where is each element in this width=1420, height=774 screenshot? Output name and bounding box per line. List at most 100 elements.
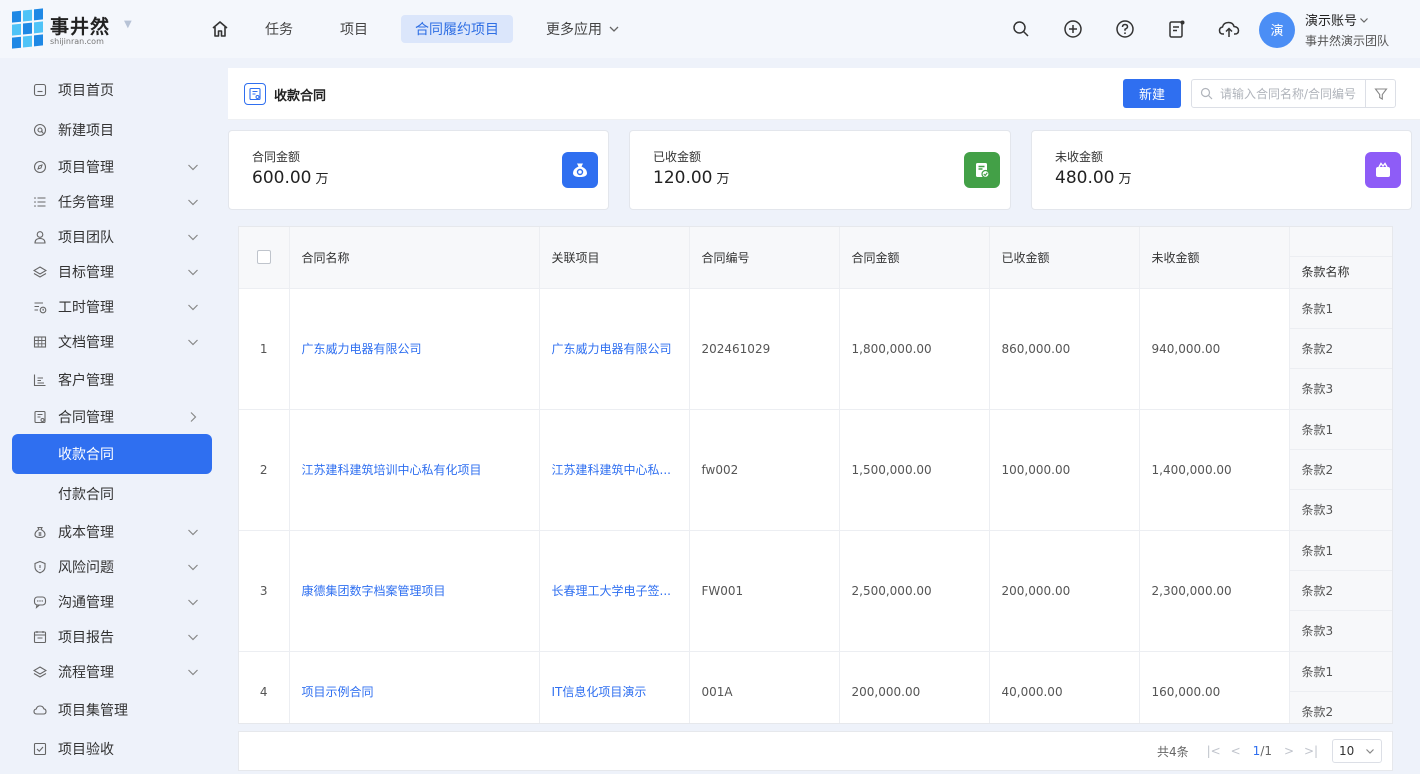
- sidebar-item-label: 文档管理: [58, 335, 114, 351]
- top-actions: [1008, 16, 1242, 42]
- table-row[interactable]: 4 项目示例合同 IT信息化项目演示 001A 200,000.00 40,00…: [239, 651, 1392, 723]
- contract-code: 202461029: [689, 288, 840, 410]
- clause-list: 条款1 条款2 条款3: [1289, 288, 1392, 410]
- sidebar-item-process-management[interactable]: 流程管理: [12, 652, 212, 692]
- contract-icon: [32, 409, 48, 425]
- new-contract-button[interactable]: 新建: [1123, 79, 1181, 108]
- contract-name-link[interactable]: 江苏建科建筑培训中心私有化项目: [289, 409, 540, 531]
- clause-item[interactable]: 条款3: [1289, 489, 1392, 529]
- sidebar-item-project-acceptance[interactable]: 项目验收: [12, 729, 212, 769]
- linked-project-link[interactable]: 江苏建科建筑中心私...: [539, 409, 690, 531]
- stat-value: 120.00 万: [653, 168, 730, 188]
- sidebar-item-project-reports[interactable]: 项目报告: [12, 617, 212, 657]
- sidebar-item-customer-management[interactable]: 客户管理: [12, 360, 212, 400]
- user-menu[interactable]: 演 演示账号 事井然演示团队: [1259, 10, 1389, 49]
- sidebar-item-goal-management[interactable]: 目标管理: [12, 252, 212, 292]
- prev-page-icon[interactable]: <: [1225, 740, 1247, 762]
- at-icon: [32, 122, 48, 138]
- chevron-down-icon: [188, 164, 198, 171]
- clause-item[interactable]: 条款1: [1289, 409, 1392, 450]
- total-count: 共4条: [1157, 744, 1189, 759]
- workspace-dropdown-icon[interactable]: ▼: [124, 19, 132, 30]
- filter-icon[interactable]: [1365, 80, 1395, 107]
- sidebar-item-label: 工时管理: [58, 300, 114, 316]
- table-row[interactable]: 1 广东威力电器有限公司 广东威力电器有限公司 202461029 1,800,…: [239, 288, 1392, 410]
- stat-label: 合同金额: [252, 150, 301, 164]
- sidebar-item-project-management[interactable]: 项目管理: [12, 147, 212, 187]
- clause-item[interactable]: 条款2: [1289, 570, 1392, 611]
- page-title: 收款合同: [274, 89, 327, 104]
- contract-name-link[interactable]: 广东威力电器有限公司: [289, 288, 540, 410]
- select-all-checkbox[interactable]: [256, 250, 271, 265]
- row-index: 3: [239, 530, 290, 652]
- first-page-icon[interactable]: |<: [1203, 740, 1225, 762]
- nav-projects[interactable]: 项目: [326, 15, 382, 43]
- clause-item[interactable]: 条款2: [1289, 691, 1392, 723]
- last-page-icon[interactable]: >|: [1300, 740, 1322, 762]
- col-header-clause-name[interactable]: 条款名称: [1290, 257, 1393, 287]
- col-header-unreceived-amount[interactable]: 未收金额: [1139, 227, 1290, 289]
- sidebar-item-contract-management[interactable]: 合同管理: [12, 397, 212, 437]
- add-circle-icon[interactable]: [1060, 16, 1086, 42]
- stat-card-unreceived-amount: 未收金额 480.00 万: [1031, 130, 1412, 210]
- sidebar-item-timesheet-management[interactable]: 工时管理: [12, 287, 212, 327]
- clause-item[interactable]: 条款1: [1289, 288, 1392, 329]
- help-icon[interactable]: [1112, 16, 1138, 42]
- nav-tasks[interactable]: 任务: [251, 15, 307, 43]
- contract-name-link[interactable]: 康德集团数字档案管理项目: [289, 530, 540, 652]
- sidebar-item-payable-contracts[interactable]: 付款合同: [12, 474, 212, 514]
- cloud-upload-icon[interactable]: [1216, 16, 1242, 42]
- sidebar-item-program-management[interactable]: 项目集管理: [12, 690, 212, 730]
- search-icon[interactable]: [1008, 16, 1034, 42]
- clause-item[interactable]: 条款2: [1289, 449, 1392, 490]
- user-icon: [32, 229, 48, 245]
- clause-item[interactable]: 条款3: [1289, 610, 1392, 650]
- col-header-contract-code[interactable]: 合同编号: [689, 227, 840, 289]
- sidebar-item-new-project[interactable]: 新建项目: [12, 110, 212, 150]
- sidebar-item-receivable-contracts[interactable]: 收款合同: [12, 434, 212, 474]
- col-header-clauses: 条款名称: [1289, 227, 1393, 289]
- search-icon: [1200, 87, 1214, 101]
- sidebar-item-project-team[interactable]: 项目团队: [12, 217, 212, 257]
- sidebar-item-label: 合同管理: [58, 410, 114, 426]
- page-size-select[interactable]: 10: [1332, 739, 1382, 763]
- clause-item[interactable]: 条款2: [1289, 328, 1392, 369]
- clause-item[interactable]: 条款3: [1289, 368, 1392, 408]
- chevron-down-icon: [188, 304, 198, 311]
- col-header-contract-name[interactable]: 合同名称: [289, 227, 540, 289]
- sidebar-item-communication[interactable]: 沟通管理: [12, 582, 212, 622]
- contract-name-link[interactable]: 项目示例合同: [289, 651, 540, 723]
- home-icon[interactable]: [208, 17, 232, 41]
- sidebar-item-task-management[interactable]: 任务管理: [12, 182, 212, 222]
- clause-item[interactable]: 条款1: [1289, 530, 1392, 571]
- money-bag-icon: [562, 152, 598, 188]
- stat-value: 480.00 万: [1055, 168, 1132, 188]
- search-input[interactable]: 请输入合同名称/合同编号: [1191, 79, 1396, 108]
- sidebar-item-risk-issues[interactable]: 风险问题: [12, 547, 212, 587]
- nav-more-apps[interactable]: 更多应用: [532, 15, 634, 43]
- chart-icon: [32, 372, 48, 388]
- table-row[interactable]: 2 江苏建科建筑培训中心私有化项目 江苏建科建筑中心私... fw002 1,5…: [239, 409, 1392, 531]
- clause-list: 条款1 条款2 条款3: [1289, 409, 1392, 531]
- table-row[interactable]: 3 康德集团数字档案管理项目 长春理工大学电子签... FW001 2,500,…: [239, 530, 1392, 652]
- clause-item[interactable]: 条款1: [1289, 651, 1392, 692]
- app-logo[interactable]: 事井然 shijinran.com: [12, 8, 137, 50]
- linked-project-link[interactable]: 长春理工大学电子签...: [539, 530, 690, 652]
- col-header-contract-amount[interactable]: 合同金额: [839, 227, 990, 289]
- notes-icon[interactable]: [1164, 16, 1190, 42]
- sidebar-item-home[interactable]: 项目首页: [12, 70, 212, 110]
- sidebar-item-document-management[interactable]: 文档管理: [12, 322, 212, 362]
- linked-project-link[interactable]: IT信息化项目演示: [539, 651, 690, 723]
- sidebar-item-label: 成本管理: [58, 525, 114, 541]
- col-header-received-amount[interactable]: 已收金额: [989, 227, 1140, 289]
- nav-contract-projects[interactable]: 合同履约项目: [401, 15, 513, 43]
- sidebar-item-label: 任务管理: [58, 195, 114, 211]
- next-page-icon[interactable]: >: [1278, 740, 1300, 762]
- chevron-down-icon: [188, 339, 198, 346]
- main-nav: 任务 项目 合同履约项目 更多应用: [208, 15, 634, 43]
- col-header-linked-project[interactable]: 关联项目: [539, 227, 690, 289]
- sidebar-item-cost-management[interactable]: 成本管理: [12, 512, 212, 552]
- stat-label: 未收金额: [1055, 150, 1104, 164]
- linked-project-link[interactable]: 广东威力电器有限公司: [539, 288, 690, 410]
- avatar[interactable]: 演: [1259, 11, 1295, 48]
